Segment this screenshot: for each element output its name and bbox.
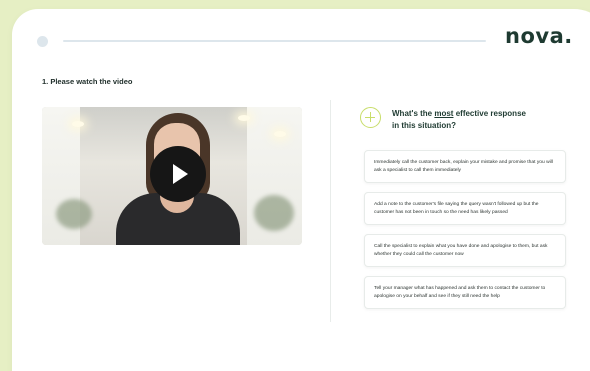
nova-logo: nova. xyxy=(505,24,573,48)
step-title: 1. Please watch the video xyxy=(42,77,133,86)
play-icon xyxy=(173,164,188,184)
video-background-plant xyxy=(254,195,294,231)
answer-option-text: Call the specialist to explain what you … xyxy=(374,244,548,257)
answer-option-1[interactable]: Immediately call the customer back, expl… xyxy=(364,150,566,184)
video-background-lamp xyxy=(238,115,250,121)
video-background-lamp xyxy=(274,131,286,137)
plus-circle-icon xyxy=(360,107,381,128)
answer-option-text: Add a note to the customer's file saying… xyxy=(374,202,539,215)
progress-indicator-dot xyxy=(37,36,48,47)
question-text-before: What's the xyxy=(392,109,435,118)
answer-option-4[interactable]: Tell your manager what has happened and … xyxy=(364,276,566,310)
answer-option-3[interactable]: Call the specialist to explain what you … xyxy=(364,234,566,268)
play-button[interactable] xyxy=(150,146,206,202)
video-background-plant xyxy=(56,199,92,229)
question-text: What's the most effective response in th… xyxy=(392,108,532,132)
progress-bar xyxy=(63,40,486,42)
answer-option-text: Immediately call the customer back, expl… xyxy=(374,160,553,173)
answer-option-text: Tell your manager what has happened and … xyxy=(374,286,546,299)
answer-option-2[interactable]: Add a note to the customer's file saying… xyxy=(364,192,566,226)
video-background-lamp xyxy=(72,121,84,127)
column-divider xyxy=(330,100,331,322)
question-emphasis: most xyxy=(434,109,454,118)
